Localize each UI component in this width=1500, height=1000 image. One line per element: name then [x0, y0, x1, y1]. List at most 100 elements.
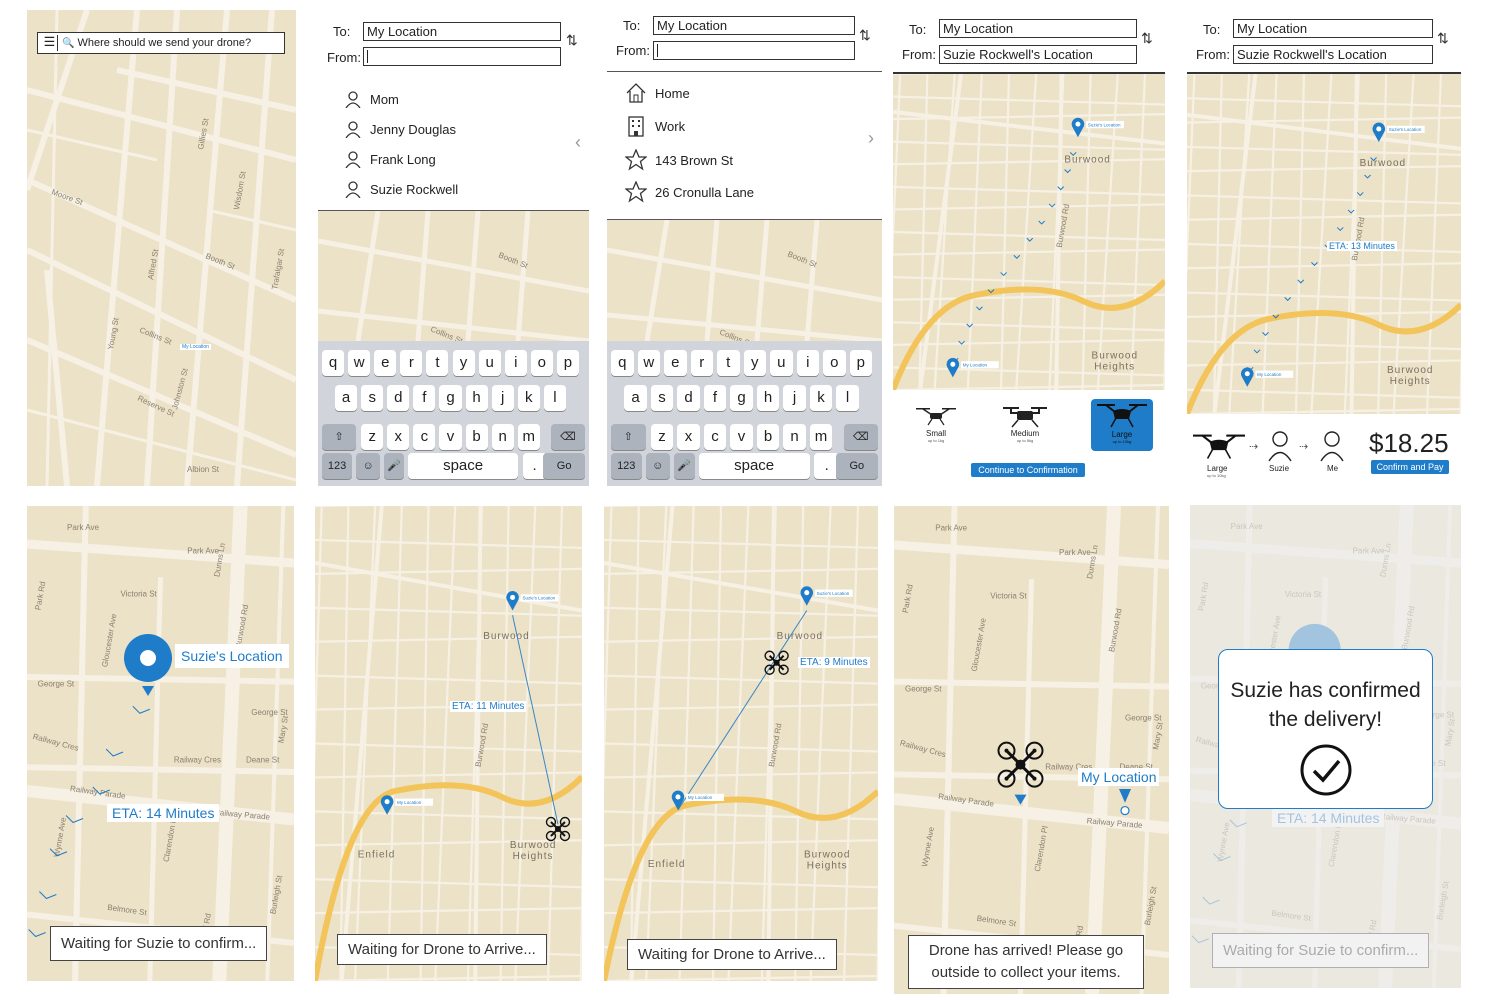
key-m[interactable]: m: [517, 424, 540, 450]
go-key[interactable]: Go: [835, 453, 878, 479]
to-field[interactable]: My Location: [939, 19, 1137, 38]
shift-key[interactable]: ⇧: [322, 424, 357, 450]
menu-icon[interactable]: ☰: [42, 35, 58, 51]
key-n[interactable]: n: [491, 424, 514, 450]
from-field[interactable]: [653, 41, 855, 60]
continue-button[interactable]: Continue to Confirmation: [971, 463, 1085, 477]
key-y[interactable]: y: [743, 350, 766, 376]
from-field[interactable]: Suzie Rockwell's Location: [939, 45, 1137, 64]
key-b[interactable]: b: [465, 424, 488, 450]
list-item[interactable]: Home: [625, 82, 690, 104]
list-item[interactable]: 143 Brown St: [624, 148, 733, 171]
list-item[interactable]: Suzie Rockwell: [344, 178, 458, 200]
swap-icon[interactable]: ⇅: [1141, 30, 1153, 47]
list-item[interactable]: Frank Long: [344, 148, 436, 170]
numbers-key[interactable]: 123: [611, 453, 642, 479]
key-t[interactable]: t: [717, 350, 740, 376]
numbers-key[interactable]: 123: [322, 453, 353, 479]
backspace-key[interactable]: ⌫: [550, 424, 585, 450]
my-location-pin[interactable]: My Location: [1240, 367, 1294, 387]
key-d[interactable]: d: [677, 385, 700, 411]
key-l[interactable]: l: [836, 385, 859, 411]
key-u[interactable]: u: [770, 350, 793, 376]
from-field[interactable]: Suzie Rockwell's Location: [1233, 45, 1433, 64]
to-field[interactable]: My Location: [1233, 19, 1433, 38]
map-view[interactable]: Booth St Collins St: [318, 211, 589, 341]
from-field[interactable]: [363, 47, 561, 66]
search-bar[interactable]: ☰ 🔍 Where should we send your drone?: [37, 32, 285, 54]
key-u[interactable]: u: [478, 350, 501, 376]
list-item[interactable]: Work: [625, 115, 685, 137]
drone-small-option[interactable]: Small up to 1kg: [911, 405, 961, 455]
key-z[interactable]: z: [361, 424, 384, 450]
go-key[interactable]: Go: [543, 453, 585, 479]
map-view[interactable]: Moore St Booth St Collins St Johnston St…: [27, 10, 296, 486]
search-input[interactable]: Where should we send your drone?: [77, 37, 251, 49]
key-n[interactable]: n: [783, 424, 806, 450]
key-c[interactable]: c: [703, 424, 727, 450]
swap-icon[interactable]: ⇅: [566, 32, 578, 49]
key-q[interactable]: q: [611, 350, 634, 376]
drone-medium-option[interactable]: Medium up to 5kg: [997, 405, 1053, 455]
key-g[interactable]: g: [439, 385, 462, 411]
key-c[interactable]: c: [413, 424, 436, 450]
key-d[interactable]: d: [387, 385, 410, 411]
list-item[interactable]: Jenny Douglas: [344, 118, 456, 140]
to-field[interactable]: My Location: [363, 22, 561, 41]
key-s[interactable]: s: [650, 385, 674, 411]
mic-key[interactable]: 🎤: [384, 453, 405, 479]
key-q[interactable]: q: [322, 350, 345, 376]
key-z[interactable]: z: [650, 424, 674, 450]
key-g[interactable]: g: [730, 385, 753, 411]
swap-icon[interactable]: ⇅: [859, 27, 871, 44]
backspace-key[interactable]: ⌫: [843, 424, 878, 450]
key-b[interactable]: b: [756, 424, 780, 450]
key-f[interactable]: f: [703, 385, 727, 411]
key-o[interactable]: o: [823, 350, 846, 376]
key-y[interactable]: y: [452, 350, 475, 376]
route-map[interactable]: Burwood Burwood Heights Enfield Burwood Rd Su…: [604, 506, 878, 981]
space-key[interactable]: space: [698, 453, 810, 479]
key-l[interactable]: l: [543, 385, 566, 411]
list-item[interactable]: Mom: [344, 88, 399, 110]
key-k[interactable]: k: [809, 385, 833, 411]
my-location-pin[interactable]: My Location: [380, 795, 433, 815]
mic-key[interactable]: 🎤: [674, 453, 695, 479]
detail-map[interactable]: Park Ave Park Ave Victoria St Gloucester Av…: [894, 506, 1169, 994]
confirmation-dialog[interactable]: Suzie has confirmed the delivery!: [1218, 649, 1433, 809]
suzie-location-pin[interactable]: [124, 634, 172, 703]
key-i[interactable]: i: [796, 350, 819, 376]
key-r[interactable]: r: [400, 350, 423, 376]
key-p[interactable]: p: [849, 350, 872, 376]
key-s[interactable]: s: [361, 385, 384, 411]
key-v[interactable]: v: [730, 424, 753, 450]
swap-icon[interactable]: ⇅: [1437, 30, 1449, 47]
key-p[interactable]: p: [556, 350, 579, 376]
key-x[interactable]: x: [387, 424, 410, 450]
shift-key[interactable]: ⇧: [611, 424, 646, 450]
emoji-key[interactable]: ☺: [645, 453, 670, 479]
detail-map[interactable]: Park Ave Park Ave Victoria St Gloucester Av…: [27, 506, 294, 981]
key-k[interactable]: k: [517, 385, 540, 411]
key-h[interactable]: h: [465, 385, 488, 411]
drone-large-option[interactable]: Large up to 10kg: [1091, 399, 1153, 451]
route-map[interactable]: Burwood Burwood Heights Burwood Rd Suzie's L…: [893, 74, 1165, 390]
key-h[interactable]: h: [756, 385, 780, 411]
list-item[interactable]: 26 Cronulla Lane: [624, 180, 754, 203]
confirm-pay-button[interactable]: Confirm and Pay: [1371, 460, 1449, 474]
my-location-pin[interactable]: My Location: [946, 357, 999, 378]
key-r[interactable]: r: [690, 350, 713, 376]
key-e[interactable]: e: [664, 350, 687, 376]
key-j[interactable]: j: [783, 385, 806, 411]
map-view[interactable]: Booth St Collins St: [607, 220, 882, 341]
chevron-left-icon[interactable]: ‹: [575, 132, 581, 153]
key-m[interactable]: m: [809, 424, 833, 450]
route-map[interactable]: Burwood Burwood Heights Enfield Burwood Rd Su…: [315, 506, 582, 981]
key-t[interactable]: t: [426, 350, 449, 376]
key-f[interactable]: f: [413, 385, 436, 411]
key-i[interactable]: i: [504, 350, 527, 376]
key-x[interactable]: x: [677, 424, 700, 450]
route-map[interactable]: Burwood Burwood Heights Burwood Rd Suzie's L…: [1187, 74, 1461, 414]
key-e[interactable]: e: [374, 350, 397, 376]
space-key[interactable]: space: [408, 453, 518, 479]
